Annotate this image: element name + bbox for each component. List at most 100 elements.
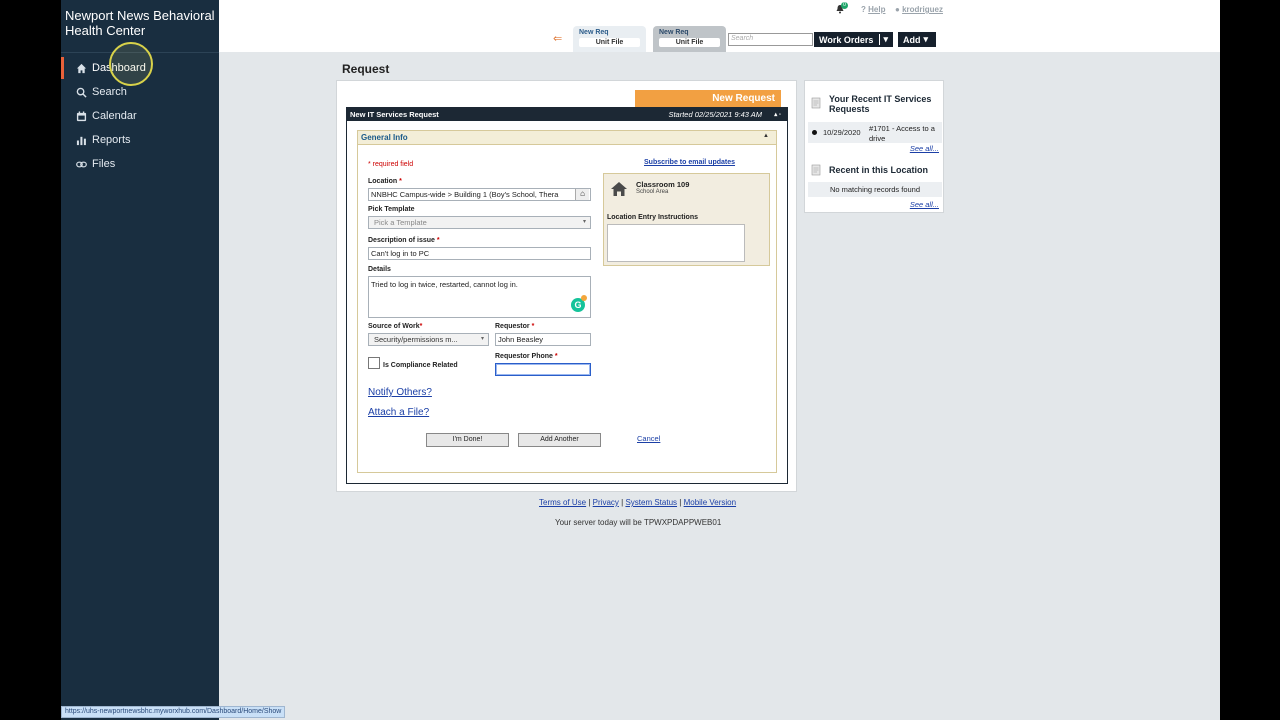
chevron-down-icon: ▾ — [879, 34, 888, 45]
sidebar: Newport News Behavioral Health Center Da… — [61, 0, 219, 720]
mobile-version-link[interactable]: Mobile Version — [684, 498, 736, 507]
sidebar-item-calendar[interactable]: Calendar — [61, 105, 219, 127]
calendar-icon — [76, 110, 87, 121]
work-orders-label: Work Orders — [819, 34, 874, 45]
sidebar-item-reports[interactable]: Reports — [61, 129, 219, 151]
terms-link[interactable]: Terms of Use — [539, 498, 586, 507]
brand-name: Newport News Behavioral Health Center — [65, 8, 215, 38]
help-label: Help — [868, 5, 886, 14]
system-status-link[interactable]: System Status — [625, 498, 677, 507]
list-item[interactable]: 10/29/2020 #1701 - Access to a drive — [808, 122, 942, 143]
requestor-field[interactable]: John Beasley — [495, 333, 591, 346]
subscribe-link[interactable]: Subscribe to email updates — [644, 159, 735, 166]
app-window: Newport News Behavioral Health Center Da… — [61, 0, 1220, 720]
location-instructions-label: Location Entry Instructions — [607, 214, 699, 221]
grammarly-badge — [581, 295, 587, 301]
request-card: New Request New IT Services Request Star… — [336, 80, 797, 492]
sidebar-item-label: Search — [92, 86, 127, 98]
cursor-highlight — [109, 42, 153, 86]
footer-links: Terms of Use | Privacy | System Status |… — [539, 498, 736, 507]
template-select[interactable]: Pick a Template — [368, 216, 591, 229]
location-value: NNBHC Campus-wide > Building 1 (Boy's Sc… — [371, 190, 559, 199]
house-icon — [611, 182, 627, 196]
tab-subtitle: Unit File — [579, 38, 640, 47]
tab-title: New Req — [579, 29, 609, 36]
location-type: School Area — [636, 189, 669, 195]
collapse-icon[interactable]: ▲ — [763, 133, 769, 139]
location-see-all-link[interactable]: See all... — [910, 200, 939, 209]
notify-others-link[interactable]: Notify Others? — [368, 387, 432, 398]
window-controls-icon[interactable]: ▴ ▫ — [774, 111, 781, 118]
search-icon — [76, 87, 87, 98]
started-time: Started 02/25/2021 9:43 AM — [668, 110, 762, 119]
phone-label: Requestor Phone * — [495, 353, 558, 360]
form-header: New IT Services Request Started 02/25/20… — [347, 108, 787, 121]
help-link[interactable]: ? Help — [861, 5, 885, 14]
server-note: Your server today will be TPWXPDAPPWEB01 — [555, 518, 722, 527]
details-label: Details — [368, 266, 391, 273]
location-name: Classroom 109 — [636, 180, 690, 189]
notification-badge: 0 — [841, 2, 848, 9]
home-icon — [76, 63, 87, 73]
document-icon — [811, 97, 821, 109]
sidebar-item-label: Files — [92, 158, 116, 170]
sidebar-item-files[interactable]: Files — [61, 153, 219, 175]
general-info-section: General Info ▲ * required field Subscrib… — [357, 130, 777, 473]
description-label: Description of issue * — [368, 237, 440, 244]
new-request-tag: New Request — [635, 90, 781, 108]
separator: | — [679, 498, 682, 507]
required-note: * required field — [368, 161, 414, 168]
user-label: krodriguez — [902, 5, 943, 14]
back-arrow-icon[interactable]: ⇐ — [553, 32, 562, 45]
home-icon[interactable]: ⌂ — [575, 189, 589, 200]
work-orders-button[interactable]: Work Orders ▾ — [814, 32, 893, 47]
details-textarea[interactable]: Tried to log in twice, restarted, cannot… — [368, 276, 591, 318]
link-icon — [76, 161, 87, 167]
attach-file-link[interactable]: Attach a File? — [368, 407, 429, 418]
status-bar-url: https://uhs-newportnewsbhc.myworxhub.com… — [61, 706, 286, 718]
request-form: New IT Services Request Started 02/25/20… — [346, 107, 788, 484]
bullet-icon — [812, 130, 817, 135]
recent-title: Your Recent IT Services Requests — [829, 94, 932, 114]
separator: | — [621, 498, 624, 507]
source-label: Source of Work* — [368, 323, 423, 330]
add-button[interactable]: Add ▾ — [898, 32, 936, 47]
document-icon — [811, 164, 821, 176]
privacy-link[interactable]: Privacy — [593, 498, 619, 507]
search-input[interactable]: Search — [728, 33, 813, 46]
grammarly-icon[interactable]: G — [571, 295, 587, 312]
tab-new-req-1[interactable]: New Req Unit File — [573, 26, 646, 52]
form-title: New IT Services Request — [350, 110, 439, 119]
compliance-checkbox[interactable] — [368, 357, 380, 369]
separator: | — [588, 498, 591, 507]
done-button[interactable]: I'm Done! — [426, 433, 509, 447]
page-title: Request — [342, 62, 390, 76]
add-another-button[interactable]: Add Another — [518, 433, 601, 447]
tab-subtitle: Unit File — [659, 38, 720, 47]
bar-chart-icon — [76, 136, 86, 145]
sidebar-item-search[interactable]: Search — [61, 81, 219, 103]
tab-new-req-2[interactable]: New Req Unit File — [653, 26, 726, 52]
see-all-link[interactable]: See all... — [910, 144, 939, 153]
description-field[interactable]: Can't log in to PC — [368, 247, 591, 260]
section-header[interactable]: General Info ▲ — [358, 131, 776, 145]
user-link[interactable]: ● krodriguez — [895, 5, 943, 14]
sidebar-item-label: Reports — [92, 134, 131, 146]
location-info-box: Classroom 109 School Area Location Entry… — [603, 173, 770, 266]
location-field[interactable]: NNBHC Campus-wide > Building 1 (Boy's Sc… — [368, 188, 591, 201]
recent-requests-panel: Your Recent IT Services Requests 10/29/2… — [804, 80, 944, 213]
details-value: Tried to log in twice, restarted, cannot… — [371, 280, 518, 289]
no-match-message: No matching records found — [808, 182, 942, 197]
cancel-link[interactable]: Cancel — [637, 434, 660, 443]
phone-field[interactable] — [495, 363, 591, 376]
location-instructions-field[interactable] — [607, 224, 745, 262]
sidebar-item-label: Calendar — [92, 110, 137, 122]
requestor-label: Requestor * — [495, 323, 535, 330]
help-icon: ? — [861, 5, 866, 14]
template-label: Pick Template — [368, 206, 415, 213]
section-title: General Info — [361, 133, 408, 142]
recent-date: 10/29/2020 — [823, 128, 861, 137]
add-label: Add — [903, 34, 921, 45]
tab-title: New Req — [659, 29, 689, 36]
source-select[interactable]: Security/permissions m... — [368, 333, 489, 346]
